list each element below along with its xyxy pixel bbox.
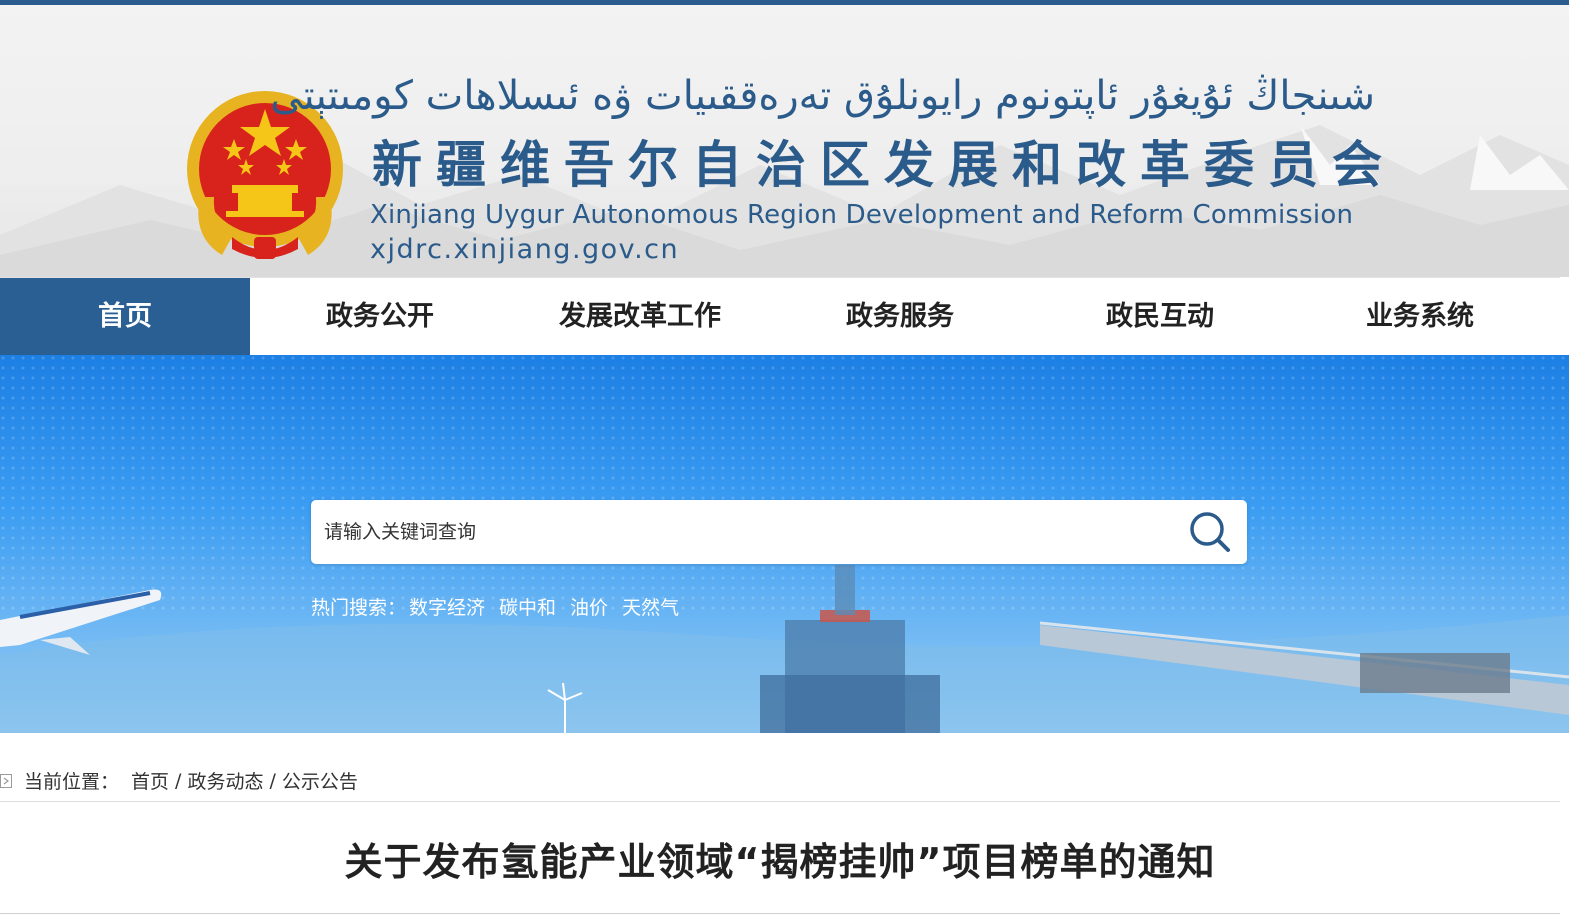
hot-search-term[interactable]: 油价 xyxy=(570,593,608,620)
site-url: xjdrc.xinjiang.gov.cn xyxy=(370,234,680,265)
main-nav: 首页 政务公开 发展改革工作 政务服务 政民互动 业务系统 xyxy=(0,277,1560,356)
site-title-uyghur: شىنجاڭ ئۇيغۇر ئاپتونوم رايونلۇق تەرەققىي… xyxy=(270,73,1375,119)
site-title-english: Xinjiang Uygur Autonomous Region Develop… xyxy=(370,200,1354,230)
divider xyxy=(0,913,1560,914)
breadcrumb-label: 当前位置： xyxy=(24,771,120,793)
hot-searches: 热门搜索： 数字经济 碳中和 油价 天然气 xyxy=(311,593,911,619)
nav-item-development-reform[interactable]: 发展改革工作 xyxy=(510,278,770,356)
breadcrumb: 当前位置： 首页 / 政务动态 / 公示公告 xyxy=(0,760,1560,802)
hot-searches-label: 热门搜索： xyxy=(311,596,407,619)
search-banner: 热门搜索： 数字经济 碳中和 油价 天然气 xyxy=(0,355,1569,733)
hot-search-term[interactable]: 天然气 xyxy=(622,593,679,620)
hot-search-term[interactable]: 碳中和 xyxy=(499,593,556,620)
search-icon[interactable] xyxy=(1187,510,1233,554)
search-box xyxy=(311,500,1247,564)
nav-item-interaction[interactable]: 政民互动 xyxy=(1030,278,1290,356)
article-title: 关于发布氢能产业领域“揭榜挂帅”项目榜单的通知 xyxy=(344,840,1216,884)
breadcrumb-item-notices[interactable]: 公示公告 xyxy=(282,767,358,794)
nav-item-business-systems[interactable]: 业务系统 xyxy=(1290,278,1550,356)
site-title-chinese: 新疆维吾尔自治区发展和改革委员会 xyxy=(372,136,1396,194)
nav-item-services[interactable]: 政务服务 xyxy=(770,278,1030,356)
breadcrumb-item-news[interactable]: 政务动态 xyxy=(187,767,263,794)
breadcrumb-item-home[interactable]: 首页 xyxy=(131,767,169,794)
location-icon xyxy=(0,773,12,788)
breadcrumb-separator: / xyxy=(175,769,182,792)
hot-search-term[interactable]: 数字经济 xyxy=(409,593,485,620)
search-input[interactable] xyxy=(311,500,1171,564)
breadcrumb-separator: / xyxy=(269,769,276,792)
nav-item-home[interactable]: 首页 xyxy=(0,278,250,356)
site-header: شىنجاڭ ئۇيغۇر ئاپتونوم رايونلۇق تەرەققىي… xyxy=(0,5,1569,277)
nav-item-government-affairs[interactable]: 政务公开 xyxy=(250,278,510,356)
